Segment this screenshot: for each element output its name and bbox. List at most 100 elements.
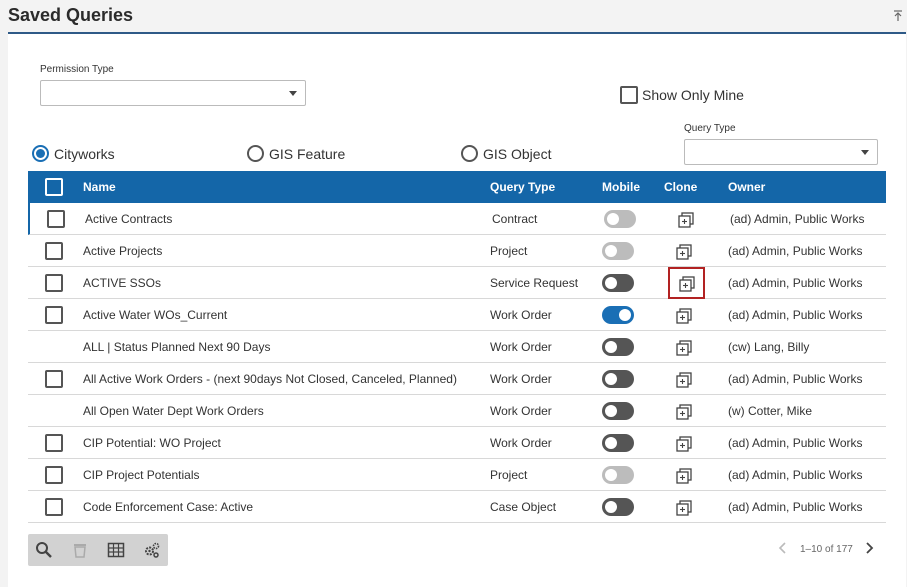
clone-button[interactable] (671, 370, 697, 390)
table-toolbar (28, 534, 168, 566)
table-row[interactable]: Active Projects Project (ad) Admin, Public… (28, 235, 886, 267)
row-name[interactable]: Active Water WOs_Current (83, 308, 227, 322)
query-type-label: Query Type (684, 123, 736, 134)
row-select-checkbox[interactable] (45, 434, 63, 452)
table-row[interactable]: ALL | Status Planned Next 90 Days Work Or… (28, 331, 886, 363)
clone-button[interactable] (671, 306, 697, 326)
row-name[interactable]: All Open Water Dept Work Orders (83, 404, 264, 418)
row-owner: (ad) Admin, Public Works (728, 372, 863, 386)
queries-table: Name Query Type Mobile Clone Owner Activ… (28, 171, 886, 523)
chevron-down-icon (289, 91, 297, 96)
show-only-mine-label: Show Only Mine (642, 87, 744, 103)
table-row[interactable]: Active Contracts Contract (ad) Admin, Publ… (28, 203, 886, 235)
clone-button[interactable] (671, 338, 697, 358)
row-name[interactable]: Active Projects (83, 244, 162, 258)
row-owner: (ad) Admin, Public Works (728, 244, 863, 258)
row-owner: (ad) Admin, Public Works (728, 468, 863, 482)
row-select-checkbox[interactable] (45, 466, 63, 484)
row-name[interactable]: ALL | Status Planned Next 90 Days (83, 340, 270, 354)
row-query-type: Work Order (490, 436, 552, 450)
column-header-query-type[interactable]: Query Type (490, 180, 555, 194)
mobile-toggle (602, 466, 634, 484)
row-owner: (cw) Lang, Billy (728, 340, 810, 354)
radio-gis-feature-label: GIS Feature (269, 146, 346, 162)
permission-type-select[interactable] (40, 80, 306, 106)
row-owner: (ad) Admin, Public Works (728, 308, 863, 322)
table-row[interactable]: ACTIVE SSOs Service Request (ad) Admin, Pu… (28, 267, 886, 299)
row-select-checkbox[interactable] (45, 370, 63, 388)
row-query-type: Case Object (490, 500, 557, 514)
mobile-toggle (602, 242, 634, 260)
row-query-type: Service Request (490, 276, 579, 290)
column-header-owner[interactable]: Owner (728, 180, 765, 194)
clone-button[interactable] (671, 434, 697, 454)
query-type-select[interactable] (684, 139, 878, 165)
radio-gis-feature[interactable] (247, 145, 264, 162)
mobile-toggle[interactable] (602, 498, 634, 516)
row-name[interactable]: All Active Work Orders - (next 90days No… (83, 372, 457, 386)
collapse-icon[interactable] (893, 10, 903, 22)
row-query-type: Work Order (490, 404, 552, 418)
row-name[interactable]: CIP Project Potentials (83, 468, 200, 482)
mobile-toggle[interactable] (602, 434, 634, 452)
clone-button[interactable] (668, 267, 705, 299)
row-select-checkbox[interactable] (47, 210, 65, 228)
mobile-toggle (604, 210, 636, 228)
clone-button[interactable] (671, 242, 697, 262)
row-owner: (ad) Admin, Public Works (730, 212, 865, 226)
search-icon[interactable] (35, 541, 53, 559)
trash-icon (74, 544, 86, 558)
table-row[interactable]: All Active Work Orders - (next 90days No… (28, 363, 886, 395)
column-header-name[interactable]: Name (83, 180, 116, 194)
mobile-toggle[interactable] (602, 274, 634, 292)
mobile-toggle[interactable] (602, 402, 634, 420)
row-name[interactable]: ACTIVE SSOs (83, 276, 161, 290)
row-owner: (ad) Admin, Public Works (728, 500, 863, 514)
column-header-mobile[interactable]: Mobile (602, 180, 640, 194)
radio-cityworks-label: Cityworks (54, 146, 115, 162)
column-header-clone: Clone (664, 180, 698, 194)
pager-range: 1–10 of 177 (800, 544, 853, 555)
radio-gis-object[interactable] (461, 145, 478, 162)
clone-button[interactable] (671, 402, 697, 422)
row-select-checkbox[interactable] (45, 498, 63, 516)
row-query-type: Contract (492, 212, 538, 226)
table-row[interactable]: Code Enforcement Case: Active Case Object… (28, 491, 886, 523)
clone-button[interactable] (673, 210, 699, 230)
row-name[interactable]: Active Contracts (85, 212, 172, 226)
chevron-down-icon (861, 150, 869, 155)
row-name[interactable]: Code Enforcement Case: Active (83, 500, 253, 514)
row-name[interactable]: CIP Potential: WO Project (83, 436, 221, 450)
row-query-type: Work Order (490, 372, 552, 386)
row-query-type: Project (490, 468, 528, 482)
panel-header: Saved Queries (0, 0, 907, 34)
mobile-toggle[interactable] (602, 338, 634, 356)
radio-cityworks[interactable] (32, 145, 49, 162)
row-owner: (ad) Admin, Public Works (728, 276, 863, 290)
show-only-mine-checkbox[interactable] (620, 86, 638, 104)
mobile-toggle[interactable] (602, 370, 634, 388)
table-row[interactable]: CIP Potential: WO Project Work Order (ad) … (28, 427, 886, 459)
mobile-toggle[interactable] (602, 306, 634, 324)
table-row[interactable]: All Open Water Dept Work Orders Work Orde… (28, 395, 886, 427)
page-title: Saved Queries (8, 5, 134, 25)
row-query-type: Work Order (490, 308, 552, 322)
settings-icon[interactable] (143, 541, 161, 559)
clone-button[interactable] (671, 498, 697, 518)
row-query-type: Work Order (490, 340, 552, 354)
grid-icon[interactable] (107, 541, 125, 559)
clone-button[interactable] (671, 466, 697, 486)
permission-type-label: Permission Type (40, 64, 114, 75)
chevron-left-icon[interactable] (778, 542, 788, 554)
row-owner: (w) Cotter, Mike (728, 404, 813, 418)
chevron-right-icon[interactable] (864, 542, 874, 554)
table-row[interactable]: CIP Project Potentials Project (ad) Admin,… (28, 459, 886, 491)
row-select-checkbox[interactable] (45, 274, 63, 292)
radio-gis-object-label: GIS Object (483, 146, 552, 162)
row-select-checkbox[interactable] (45, 306, 63, 324)
select-all-checkbox[interactable] (45, 178, 63, 196)
row-query-type: Project (490, 244, 528, 258)
table-row[interactable]: Active Water WOs_Current Work Order (ad) A… (28, 299, 886, 331)
table-body: Active Contracts Contract (ad) Admin, Publ… (28, 203, 886, 523)
row-select-checkbox[interactable] (45, 242, 63, 260)
